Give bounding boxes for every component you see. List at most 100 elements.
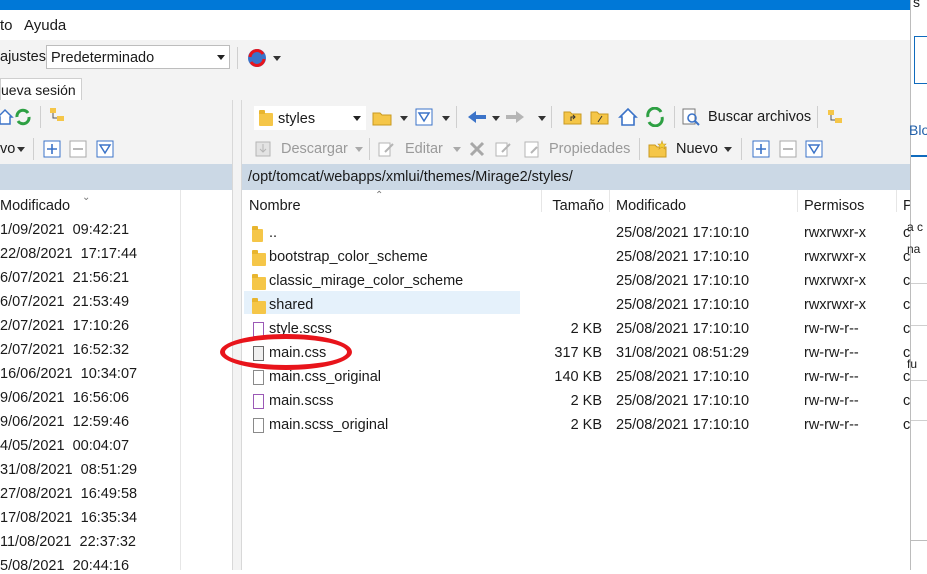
file-modified: 25/08/2021 17:10:10 [616,297,750,313]
header-permissions[interactable]: Permisos [804,198,864,214]
filter-icon[interactable] [805,140,823,158]
left-row-modified[interactable]: 6/07/2021 21:56:21 [0,270,129,286]
filter-icon[interactable] [96,140,114,158]
menu-item-help[interactable]: Ayuda [24,17,66,34]
left-row-modified[interactable]: 5/08/2021 20:44:16 [0,558,129,574]
left-header-modified[interactable]: Modificado [0,198,70,214]
file-row[interactable]: bootstrap_color_scheme 25/08/2021 17:10:1… [242,246,910,270]
file-icon [253,418,264,433]
file-row[interactable]: shared 25/08/2021 17:10:10 rwxrwxr-x c [242,294,910,318]
chevron-down-icon[interactable] [492,116,500,121]
find-files-button[interactable]: Buscar archivos [708,109,811,125]
right-path-bar[interactable]: /opt/tomcat/webapps/xmlui/themes/Mirage2… [242,164,910,190]
root-folder-icon[interactable] [590,108,610,126]
header-name[interactable]: Nombre [249,198,301,214]
chevron-down-icon[interactable] [400,116,408,121]
left-row-modified[interactable]: 4/05/2021 00:04:07 [0,438,129,454]
file-row[interactable]: .. 25/08/2021 17:10:10 rwxrwxr-x c [242,222,910,246]
file-modified: 25/08/2021 17:10:10 [616,321,750,337]
refresh-icon[interactable] [14,108,32,126]
file-row[interactable]: main.scss 2 KB 25/08/2021 17:10:10 rw-rw-r-… [242,390,910,414]
file-permissions: rwxrwxr-x [804,273,867,289]
chevron-down-icon[interactable] [724,147,732,152]
new-folder-icon[interactable] [648,140,668,158]
file-name: main.scss_original [269,417,389,433]
properties-icon [524,141,539,158]
folder-combo[interactable]: styles [254,106,366,130]
tree-view-icon[interactable] [826,108,844,126]
left-row-modified[interactable]: 22/08/2021 17:17:44 [0,246,137,262]
expand-icon[interactable] [752,140,770,158]
left-file-list: Modificado ⌄ 1/09/2021 09:42:21 22/08/202… [0,190,232,574]
filter-icon[interactable] [415,108,433,126]
file-row[interactable]: classic_mirage_color_scheme 25/08/2021 17… [242,270,910,294]
toolbar-separator [33,138,34,160]
open-folder-icon[interactable] [372,109,394,127]
settings-combo[interactable]: Predeterminado [46,45,230,69]
new-button-label[interactable]: vo [0,141,15,157]
chevron-down-icon[interactable] [17,147,25,152]
edge-button[interactable] [914,36,927,84]
right-pane-toolbar: styles Buscar archivos Descargar Editar … [242,100,910,164]
file-modified: 25/08/2021 17:10:10 [616,417,750,433]
refresh-icon[interactable] [645,107,665,127]
back-arrow-icon[interactable] [466,108,488,126]
file-name: classic_mirage_color_scheme [269,273,464,289]
edge-divider [911,420,927,421]
header-size[interactable]: Tamaño [542,198,604,214]
properties-button: Propiedades [549,141,631,157]
left-row-modified[interactable]: 6/07/2021 21:53:49 [0,294,129,310]
chevron-down-icon[interactable] [442,116,450,121]
find-files-icon[interactable] [682,108,700,126]
sort-chevron-icon: ⌄ [82,192,91,203]
menu-bar: to Ayuda [0,10,910,40]
left-path-bar[interactable] [0,164,232,190]
left-row-modified[interactable]: 2/07/2021 17:10:26 [0,318,129,334]
file-size: 2 KB [570,393,602,409]
header-modified[interactable]: Modificado [616,198,686,214]
left-row-modified[interactable]: 11/08/2021 22:37:32 [0,534,136,550]
file-row[interactable]: main.scss_original 2 KB 25/08/2021 17:10:1… [242,414,910,438]
column-separator [180,190,181,570]
edit-icon [378,142,394,157]
edge-accent-line [911,155,927,157]
home-icon[interactable] [618,107,638,127]
home-icon[interactable] [0,108,14,126]
left-row-modified[interactable]: 9/06/2021 12:59:46 [0,414,129,430]
tab-new-session[interactable]: ueva sesión [0,78,82,100]
left-row-modified[interactable]: 9/06/2021 16:56:06 [0,390,129,406]
highlight-ellipse [220,334,352,370]
edge-divider [911,283,927,284]
chevron-down-icon[interactable] [273,56,281,61]
scss-file-icon [253,394,264,409]
edge-text-top: s [913,0,920,10]
parent-folder-icon[interactable] [563,108,583,126]
left-row-modified[interactable]: 27/08/2021 16:49:58 [0,486,137,502]
file-row[interactable]: style.scss 2 KB 25/08/2021 17:10:10 rw-rw-r… [242,318,910,342]
synchronize-icon[interactable] [245,46,269,70]
file-row[interactable]: main.css_original 140 KB 25/08/2021 17:10:… [242,366,910,390]
toolbar-separator [674,106,675,128]
menu-item-partial[interactable]: to [0,17,13,34]
edit-button: Editar [405,141,443,157]
file-modified: 25/08/2021 17:10:10 [616,393,750,409]
sort-chevron-icon: ⌃ [375,190,384,201]
left-row-modified[interactable]: 1/09/2021 09:42:21 [0,222,129,238]
file-name: bootstrap_color_scheme [269,249,428,265]
file-size: 140 KB [554,369,602,385]
edge-text-blo: Blo [909,122,927,138]
edge-divider [911,540,927,541]
left-row-modified[interactable]: 17/08/2021 16:35:34 [0,510,137,526]
toolbar-separator [40,106,41,128]
file-permissions: rwxrwxr-x [804,225,867,241]
left-row-modified[interactable]: 31/08/2021 08:51:29 [0,462,137,478]
left-row-modified[interactable]: 2/07/2021 16:52:32 [0,342,129,358]
folder-icon [259,110,273,126]
file-modified: 25/08/2021 17:10:10 [616,273,750,289]
left-row-modified[interactable]: 16/06/2021 10:34:07 [0,366,137,382]
pane-splitter[interactable] [232,100,242,570]
new-button[interactable]: Nuevo [676,141,718,157]
tree-view-icon[interactable] [48,106,66,124]
expand-icon[interactable] [43,140,61,158]
session-tab-strip: ueva sesión [0,76,910,100]
